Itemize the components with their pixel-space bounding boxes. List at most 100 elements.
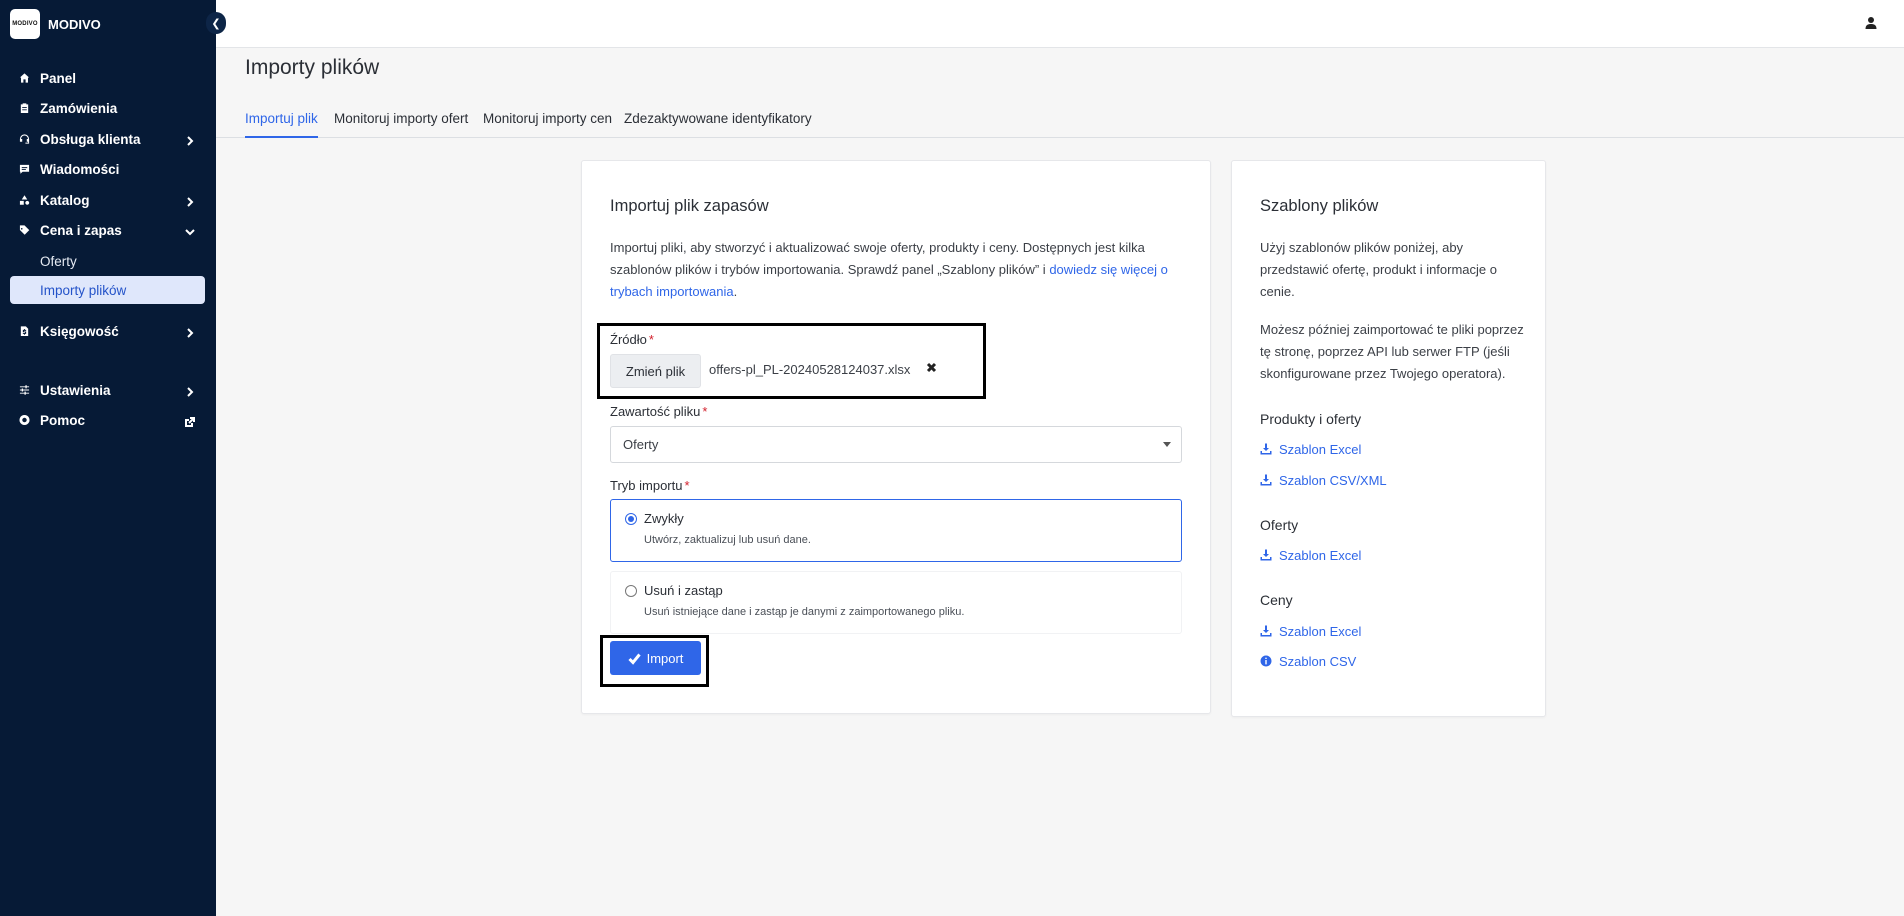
page-title: Importy plików bbox=[245, 56, 380, 79]
template-link-excel[interactable]: Szablon Excel bbox=[1260, 622, 1361, 640]
radio-description: Utwórz, zaktualizuj lub usuń dane. bbox=[644, 534, 811, 546]
download-icon bbox=[1260, 549, 1272, 561]
template-link-csv-xml[interactable]: Szablon CSV/XML bbox=[1260, 471, 1387, 489]
sidebar-item-label: Katalog bbox=[40, 192, 90, 208]
description-line: cenie. bbox=[1260, 284, 1295, 299]
check-icon bbox=[628, 653, 641, 665]
import-mode-option-replace[interactable]: Usuń i zastąp Usuń istniejące dane i zas… bbox=[610, 571, 1182, 634]
collapse-sidebar-button[interactable]: ❮ bbox=[206, 12, 226, 34]
chevron-right-icon bbox=[185, 194, 195, 207]
radio-button[interactable] bbox=[625, 585, 637, 597]
radio-button[interactable] bbox=[625, 513, 637, 525]
template-link-label: Szablon CSV bbox=[1279, 653, 1357, 669]
chevron-left-icon: ❮ bbox=[211, 17, 221, 30]
description-line: Importuj pliki, aby stworzyć i aktualizo… bbox=[610, 240, 1145, 255]
templates-description-2: Możesz później zaimportować te pliki pop… bbox=[1260, 319, 1530, 385]
sidebar-item-catalog[interactable]: Katalog bbox=[10, 186, 205, 214]
sidebar-item-label: Obsługa klienta bbox=[40, 131, 141, 147]
learn-more-link[interactable]: dowiedz się więcej o bbox=[1049, 262, 1168, 277]
sidebar-item-panel[interactable]: Panel bbox=[10, 64, 205, 92]
tab-bar: Importuj plik Monitoruj importy ofert Mo… bbox=[216, 108, 1904, 138]
description-line: skonfigurowane przez Twojego operatora). bbox=[1260, 366, 1506, 381]
sidebar-item-orders[interactable]: Zamówienia bbox=[10, 94, 205, 122]
group-title-offers: Oferty bbox=[1260, 517, 1299, 533]
clipboard-icon bbox=[10, 102, 30, 114]
required-mark: * bbox=[702, 404, 708, 419]
invoice-icon bbox=[10, 325, 30, 337]
import-mode-label: Tryb importu * bbox=[610, 478, 690, 493]
tab-monitor-offer-imports[interactable]: Monitoruj importy ofert bbox=[334, 111, 468, 138]
file-content-select[interactable]: Oferty bbox=[610, 426, 1182, 463]
brand[interactable]: MODIVO MODIVO bbox=[10, 8, 101, 40]
sidebar-item-label: Pomoc bbox=[40, 412, 86, 428]
template-link-excel[interactable]: Szablon Excel bbox=[1260, 546, 1361, 564]
sidebar-item-label: Zamówienia bbox=[40, 100, 118, 116]
caret-down-icon bbox=[1163, 442, 1171, 447]
chevron-right-icon bbox=[185, 384, 195, 397]
lifebuoy-icon bbox=[10, 414, 30, 426]
chevron-down-icon bbox=[185, 224, 195, 236]
templates-card: Szablony plików Użyj szablonów plików po… bbox=[1231, 160, 1546, 717]
home-icon bbox=[10, 72, 30, 84]
sidebar: MODIVO MODIVO Panel Zamówienia Obsługa k… bbox=[0, 0, 216, 916]
sliders-icon bbox=[10, 384, 30, 396]
import-mode-option-regular[interactable]: Zwykły Utwórz, zaktualizuj lub usuń dane… bbox=[610, 499, 1182, 562]
description-end: . bbox=[733, 284, 738, 299]
shapes-icon bbox=[10, 194, 30, 206]
template-link-label: Szablon Excel bbox=[1279, 441, 1362, 457]
file-content-label: Zawartość pliku * bbox=[610, 404, 707, 419]
sidebar-item-settings[interactable]: Ustawienia bbox=[10, 376, 205, 404]
chevron-right-icon bbox=[185, 133, 195, 146]
tab-import-file[interactable]: Importuj plik bbox=[245, 111, 318, 138]
brand-name: MODIVO bbox=[48, 16, 101, 32]
group-title-prices: Ceny bbox=[1260, 592, 1293, 608]
import-button-label: Import bbox=[646, 650, 684, 666]
top-bar bbox=[216, 0, 1904, 48]
templates-description-1: Użyj szablonów plików poniżej, aby przed… bbox=[1260, 237, 1530, 303]
import-button[interactable]: Import bbox=[610, 641, 701, 675]
headset-icon bbox=[10, 133, 30, 145]
brand-logo: MODIVO bbox=[10, 9, 40, 39]
clear-file-icon[interactable] bbox=[926, 360, 940, 374]
chevron-right-icon bbox=[185, 325, 195, 338]
required-mark: * bbox=[648, 332, 654, 347]
description-text: szablonów plików i trybów importowania. … bbox=[610, 262, 1050, 277]
sidebar-item-help[interactable]: Pomoc bbox=[10, 406, 205, 434]
sidebar-item-label: Ustawienia bbox=[40, 382, 111, 398]
change-file-button[interactable]: Zmień plik bbox=[610, 354, 701, 388]
template-link-label: Szablon Excel bbox=[1279, 547, 1362, 563]
template-link-excel[interactable]: Szablon Excel bbox=[1260, 440, 1361, 458]
template-link-label: Szablon Excel bbox=[1279, 623, 1362, 639]
message-icon bbox=[10, 163, 30, 175]
sidebar-item-price-stock[interactable]: Cena i zapas bbox=[10, 216, 205, 244]
selected-file-name: offers-pl_PL-20240528124037.xlsx bbox=[709, 362, 911, 377]
description-line: trybach importowania. bbox=[610, 281, 1190, 303]
sidebar-subitem-file-imports[interactable]: Importy plików bbox=[10, 276, 205, 304]
required-mark: * bbox=[684, 478, 690, 493]
file-content-label-text: Zawartość pliku bbox=[610, 404, 701, 419]
radio-description: Usuń istniejące dane i zastąp je danymi … bbox=[644, 606, 965, 618]
sidebar-item-accounting[interactable]: Księgowość bbox=[10, 317, 205, 345]
sidebar-item-customer-service[interactable]: Obsługa klienta bbox=[10, 125, 205, 153]
description-line: szablonów plików i trybów importowania. … bbox=[610, 259, 1190, 281]
import-description: Importuj pliki, aby stworzyć i aktualizo… bbox=[610, 237, 1190, 303]
template-link-csv[interactable]: Szablon CSV bbox=[1260, 652, 1356, 670]
group-title-products-offers: Produkty i oferty bbox=[1260, 411, 1362, 427]
template-link-label: Szablon CSV/XML bbox=[1279, 472, 1387, 488]
external-link-icon bbox=[185, 414, 195, 427]
user-icon[interactable] bbox=[1864, 16, 1878, 30]
learn-more-link-cont[interactable]: trybach importowania bbox=[610, 284, 734, 299]
description-line: Użyj szablonów plików poniżej, aby bbox=[1260, 240, 1464, 255]
download-icon bbox=[1260, 443, 1272, 455]
sidebar-item-label: Wiadomości bbox=[40, 161, 120, 177]
tab-monitor-price-imports[interactable]: Monitoruj importy cen bbox=[483, 111, 612, 138]
description-line: tę stronę, poprzez API lub serwer FTP (j… bbox=[1260, 344, 1510, 359]
sidebar-item-label: Księgowość bbox=[40, 323, 119, 339]
tag-icon bbox=[10, 224, 30, 236]
download-icon bbox=[1260, 625, 1272, 637]
description-line: Możesz później zaimportować te pliki pop… bbox=[1260, 322, 1524, 337]
tab-deactivated-ids[interactable]: Zdezaktywowane identyfikatory bbox=[624, 111, 812, 138]
sidebar-item-messages[interactable]: Wiadomości bbox=[10, 155, 205, 183]
sidebar-subitem-offers[interactable]: Oferty bbox=[10, 247, 205, 275]
radio-title: Usuń i zastąp bbox=[644, 583, 723, 598]
